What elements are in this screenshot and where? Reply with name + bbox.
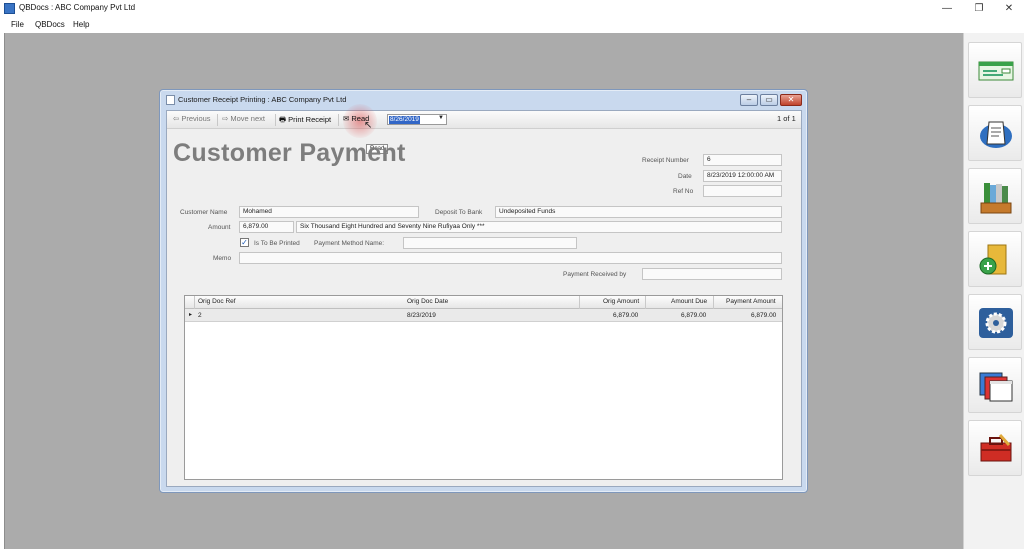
child-maximize-button[interactable]: ▭ [760, 94, 778, 106]
table-row[interactable]: ▸ 2 8/23/2019 6,879.00 6,879.00 6,879.00 [185, 309, 782, 322]
form-toolbar: ⇦ Previous ⇨ Move next 🖶 Print Receipt ✉… [167, 104, 801, 138]
cell-amount-due[interactable]: 6,879.00 [681, 312, 706, 319]
receipt-button[interactable] [968, 105, 1022, 161]
cell-payment-amount[interactable]: 6,879.00 [751, 312, 776, 319]
previous-label: Previous [181, 114, 211, 123]
ref-no-label: Ref No [673, 188, 694, 195]
payment-received-by-label: Payment Received by [563, 271, 627, 278]
column-orig-amount[interactable]: Orig Amount [603, 298, 639, 305]
right-toolbar [963, 33, 1024, 549]
file-box-icon [980, 183, 1012, 214]
windows-button[interactable] [968, 357, 1022, 413]
amount-words-field: Six Thousand Eight Hundred and Seventy N… [296, 221, 782, 233]
receipt-number-label: Receipt Number [642, 157, 689, 164]
deposit-to-bank-label: Deposit To Bank [435, 209, 483, 216]
is-to-be-printed-checkbox[interactable]: ✓ [240, 238, 249, 247]
maximize-button[interactable]: ❐ [964, 2, 994, 16]
record-pager: 1 of 1 [777, 114, 796, 123]
cell-orig-doc-date[interactable]: 8/23/2019 [407, 312, 436, 319]
memo-label: Memo [213, 255, 232, 262]
add-folder-button[interactable] [968, 231, 1022, 287]
amount-label: Amount [208, 224, 231, 231]
move-next-label: Move next [230, 114, 265, 123]
print-receipt-button[interactable]: 🖶 Print Receipt [279, 114, 331, 127]
toolbar-separator [217, 114, 218, 126]
child-window-title: Customer Receipt Printing : ABC Company … [178, 95, 347, 104]
toolbar-separator [275, 114, 276, 126]
column-separator [713, 296, 714, 309]
customer-name-field[interactable]: Mohamed [239, 206, 419, 218]
deposit-to-bank-field[interactable]: Undeposited Funds [495, 206, 782, 218]
column-separator [645, 296, 646, 309]
cell-orig-amount[interactable]: 6,879.00 [613, 312, 638, 319]
page-title: Customer Payment [173, 139, 406, 167]
receipt-number-field[interactable]: 6 [703, 154, 782, 166]
menu-file[interactable]: File [11, 20, 24, 29]
receipt-printer-icon [980, 121, 1012, 148]
toolbar-separator [338, 114, 339, 126]
mdi-workspace: Customer Receipt Printing : ABC Company … [4, 33, 963, 549]
windows-icon [979, 372, 1013, 402]
cheque-icon [978, 61, 1014, 81]
child-close-button[interactable]: ✕ [780, 94, 802, 106]
add-folder-icon [979, 244, 1007, 275]
menu-bar: File QBDocs Help [0, 18, 1024, 33]
cell-orig-doc-ref[interactable]: 2 [198, 312, 202, 319]
settings-icon [979, 308, 1013, 338]
file-box-button[interactable] [968, 168, 1022, 224]
child-minimize-button[interactable]: – [740, 94, 758, 106]
column-payment-amount[interactable]: Payment Amount [726, 298, 776, 305]
mouse-cursor-icon: ↖ [364, 120, 373, 131]
title-bar: QBDocs : ABC Company Pvt Ltd — ❐ ✕ [0, 0, 1024, 18]
customer-name-label: Customer Name [180, 209, 228, 216]
date-field[interactable]: 8/23/2019 12:00:00 AM [703, 170, 782, 182]
date-label: Date [678, 173, 692, 180]
grid-header: Orig Doc Ref Orig Doc Date Orig Amount A… [185, 296, 782, 309]
ref-no-field[interactable] [703, 185, 782, 197]
column-orig-doc-date[interactable]: Orig Doc Date [407, 298, 448, 305]
previous-button[interactable]: ⇦ Previous [173, 114, 211, 123]
application: QBDocs : ABC Company Pvt Ltd — ❐ ✕ File … [0, 0, 1024, 549]
payment-lines-grid[interactable]: Orig Doc Ref Orig Doc Date Orig Amount A… [184, 295, 783, 480]
column-separator [194, 296, 195, 309]
close-button[interactable]: ✕ [994, 2, 1024, 16]
payment-method-field[interactable] [403, 237, 577, 249]
print-receipt-label: Print Receipt [288, 115, 332, 124]
settings-button[interactable] [968, 294, 1022, 350]
minimize-button[interactable]: — [932, 2, 962, 16]
move-next-button[interactable]: ⇨ Move next [222, 114, 265, 123]
memo-field[interactable] [239, 252, 782, 264]
toolbox-button[interactable] [968, 420, 1022, 476]
app-icon [4, 3, 15, 14]
menu-help[interactable]: Help [73, 20, 89, 29]
customer-receipt-window: Customer Receipt Printing : ABC Company … [159, 89, 808, 493]
is-to-be-printed-label: Is To Be Printed [254, 240, 300, 247]
cheque-button[interactable] [968, 42, 1022, 98]
amount-field[interactable]: 6,879.00 [239, 221, 294, 233]
document-icon [166, 95, 175, 105]
date-picker-value: 8/26/2019 [389, 116, 420, 124]
column-amount-due[interactable]: Amount Due [671, 298, 707, 305]
payment-received-by-field[interactable] [642, 268, 782, 280]
column-orig-doc-ref[interactable]: Orig Doc Ref [198, 298, 236, 305]
window-title: QBDocs : ABC Company Pvt Ltd [19, 3, 136, 12]
date-picker[interactable]: 8/26/2019 ▼ [387, 114, 447, 125]
menu-qbdocs[interactable]: QBDocs [35, 20, 65, 29]
column-separator [579, 296, 580, 309]
row-pointer-icon: ▸ [189, 312, 193, 318]
form-client-area: ⇦ Previous ⇨ Move next 🖶 Print Receipt ✉… [166, 104, 802, 487]
toolbox-icon [980, 433, 1012, 462]
payment-method-label: Payment Method Name: [314, 240, 385, 247]
chevron-down-icon[interactable]: ▼ [438, 115, 444, 121]
